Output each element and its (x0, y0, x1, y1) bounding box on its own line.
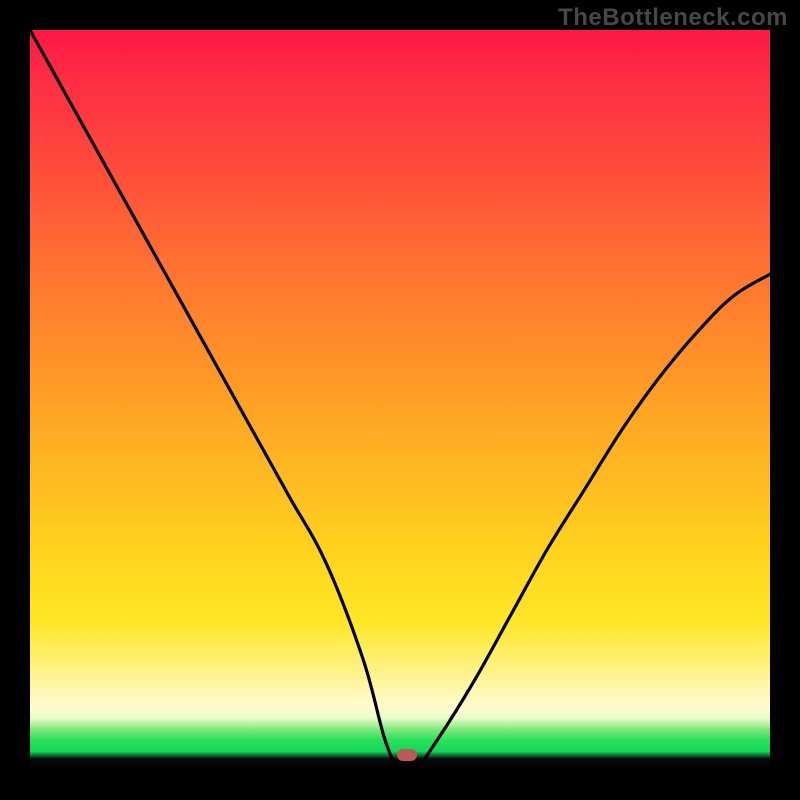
bottleneck-curve (30, 30, 770, 770)
plot-area (30, 30, 770, 770)
chart-frame: TheBottleneck.com (0, 0, 800, 800)
minimum-marker (397, 749, 417, 761)
watermark-text: TheBottleneck.com (558, 4, 788, 32)
